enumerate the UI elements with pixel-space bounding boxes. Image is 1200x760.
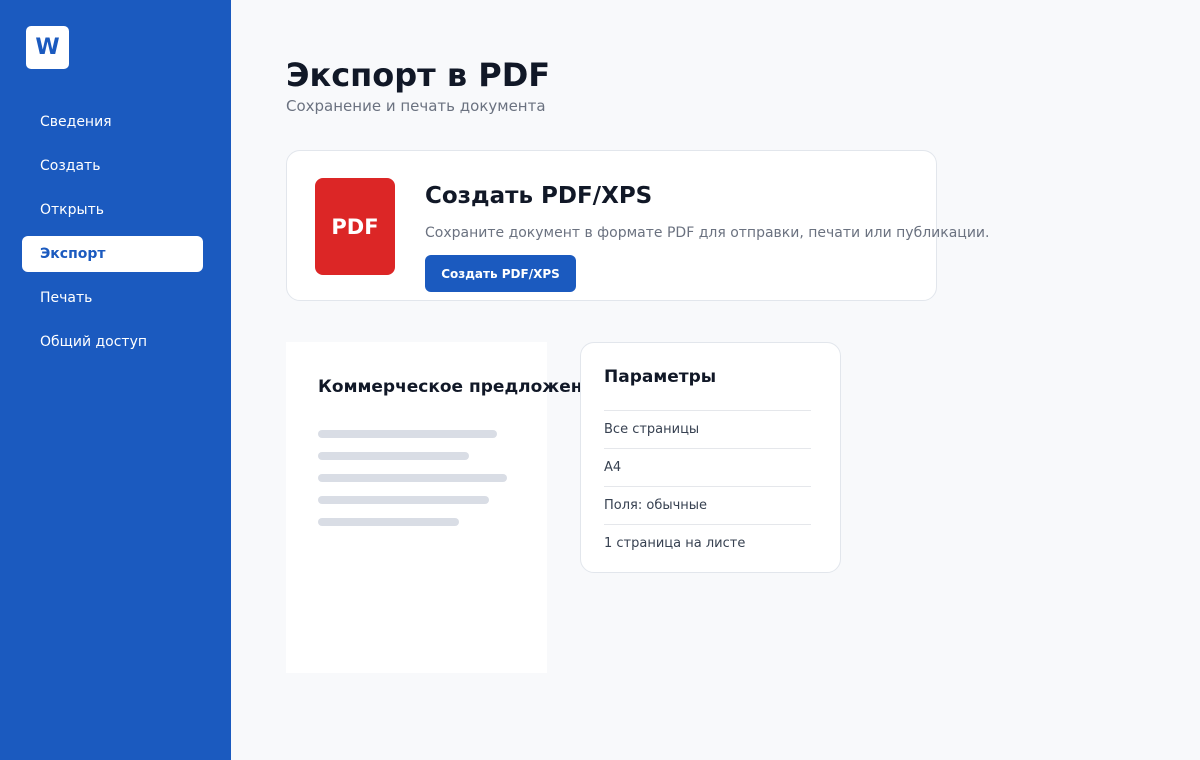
text-line-placeholder [318, 430, 497, 438]
page-title: Экспорт в PDF [286, 56, 551, 94]
text-line-placeholder [318, 452, 469, 460]
sidebar-nav: Сведения Создать Открыть Экспорт Печать … [22, 104, 203, 368]
sidebar-item-label: Экспорт [40, 246, 106, 262]
sidebar-item-label: Создать [40, 158, 101, 174]
text-line-placeholder [318, 496, 489, 504]
sidebar-item-new[interactable]: Создать [22, 148, 203, 184]
word-logo-icon[interactable]: W [26, 26, 69, 69]
sidebar-item-label: Сведения [40, 114, 112, 130]
export-pdf-card: PDF Создать PDF/XPS Сохраните документ в… [286, 150, 989, 301]
text-line-placeholder [318, 518, 459, 526]
sidebar: W Сведения Создать Открыть Экспорт Печат… [0, 0, 231, 760]
document-preview: Коммерческое предложение [286, 342, 606, 673]
sidebar-item-export[interactable]: Экспорт [22, 236, 203, 272]
param-pages-per-sheet[interactable]: 1 страница на листе [604, 524, 811, 562]
sidebar-item-label: Печать [40, 290, 93, 306]
param-margins[interactable]: Поля: обычные [604, 486, 811, 524]
parameters-list: Все страницы A4 Поля: обычные 1 страница… [604, 410, 811, 562]
pdf-file-icon: PDF [315, 178, 395, 275]
param-paper-size[interactable]: A4 [604, 448, 811, 486]
parameters-card: Параметры Все страницы A4 Поля: обычные … [580, 342, 841, 573]
param-page-range[interactable]: Все страницы [604, 410, 811, 448]
parameters-title: Параметры [604, 367, 717, 387]
document-preview-title: Коммерческое предложение [318, 377, 606, 397]
sidebar-item-print[interactable]: Печать [22, 280, 203, 316]
sidebar-item-open[interactable]: Открыть [22, 192, 203, 228]
text-line-placeholder [318, 474, 507, 482]
sidebar-item-share[interactable]: Общий доступ [22, 324, 203, 360]
create-pdf-button[interactable]: Создать PDF/XPS [425, 255, 576, 292]
sidebar-item-label: Общий доступ [40, 334, 148, 350]
export-card-description: Сохраните документ в формате PDF для отп… [425, 225, 990, 241]
export-card-title: Создать PDF/XPS [425, 183, 653, 209]
sidebar-item-label: Открыть [40, 202, 104, 218]
page-subtitle: Сохранение и печать документа [286, 97, 546, 115]
sidebar-item-info[interactable]: Сведения [22, 104, 203, 140]
